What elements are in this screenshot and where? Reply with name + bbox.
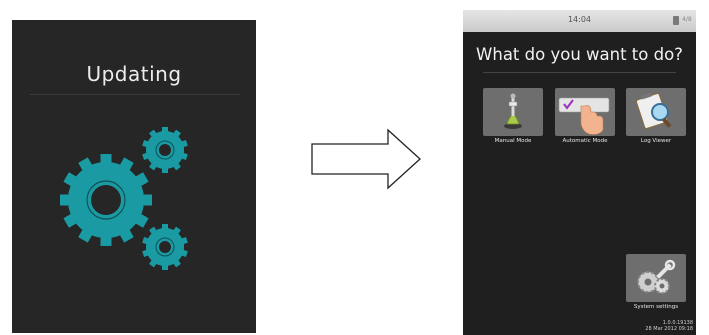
version-info: 1.0.0.19138 28 Mar 2012 09:18 bbox=[613, 320, 693, 332]
clipboard-magnifier-icon bbox=[635, 92, 672, 129]
gears-wrench-icon bbox=[637, 259, 676, 294]
manual-mode-button[interactable] bbox=[483, 88, 543, 136]
hand-pointer-checkbox-icon bbox=[558, 97, 610, 135]
automatic-mode-label[interactable]: Automatic Mode bbox=[552, 138, 618, 144]
gear-tooth bbox=[100, 237, 112, 246]
log-viewer-label[interactable]: Log Viewer bbox=[623, 138, 689, 144]
updating-screen: Updating bbox=[12, 20, 256, 333]
gear-tooth bbox=[100, 154, 112, 163]
question-divider bbox=[483, 72, 676, 73]
status-bar: 14:04 4/8 bbox=[463, 10, 696, 32]
manual-mode-label[interactable]: Manual Mode bbox=[480, 138, 546, 144]
system-settings-label[interactable]: System settings bbox=[623, 304, 689, 310]
battery-icon bbox=[673, 16, 679, 25]
log-viewer-button[interactable] bbox=[626, 88, 686, 136]
joystick-icon bbox=[504, 93, 522, 129]
right-arrow-icon bbox=[311, 128, 421, 190]
gears-icon bbox=[60, 127, 188, 270]
gear-tooth bbox=[60, 194, 69, 206]
automatic-mode-button[interactable] bbox=[555, 88, 615, 136]
menu-screen: 14:04 4/8 What do you want to do? Manual… bbox=[463, 10, 696, 335]
system-settings-button[interactable] bbox=[626, 254, 686, 302]
status-clock: 14:04 bbox=[567, 15, 592, 24]
gear-tooth bbox=[143, 194, 152, 206]
menu-question: What do you want to do? bbox=[476, 45, 683, 64]
status-indicator: 4/8 bbox=[682, 16, 692, 23]
version-date: 28 Mar 2012 09:18 bbox=[645, 326, 693, 332]
